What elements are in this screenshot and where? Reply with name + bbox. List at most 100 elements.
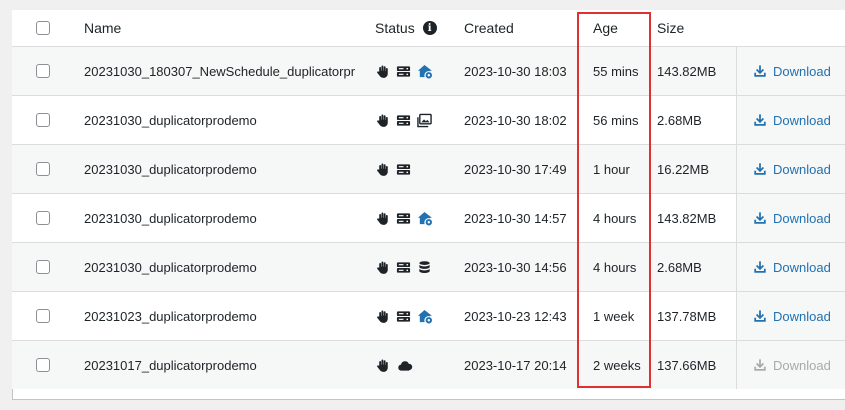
hand-icon	[375, 358, 390, 373]
row-checkbox[interactable]	[36, 162, 50, 176]
package-created: 2023-10-23 12:43	[464, 308, 567, 324]
package-age: 4 hours	[593, 259, 637, 275]
database-icon	[417, 260, 432, 275]
package-size: 2.68MB	[657, 112, 702, 128]
row-checkbox-cell[interactable]	[36, 96, 50, 144]
hand-icon	[375, 309, 390, 324]
table-row: 20231030_180307_NewSchedule_duplicatorpr…	[12, 46, 845, 95]
server-icon	[396, 64, 411, 79]
select-all-checkbox[interactable]	[36, 21, 50, 35]
server-icon	[396, 309, 411, 324]
download-cell[interactable]: Download	[736, 194, 845, 242]
server-icon	[396, 162, 411, 177]
download-cell: Download	[736, 341, 845, 389]
download-cell[interactable]: Download	[736, 96, 845, 144]
column-header-size[interactable]: Size	[657, 10, 684, 46]
download-link: Download	[773, 357, 831, 373]
row-checkbox[interactable]	[36, 113, 50, 127]
package-status-icons	[375, 292, 432, 340]
table-row: 20231030_duplicatorprodemo 2023-10-30 18:…	[12, 95, 845, 144]
row-checkbox-cell[interactable]	[36, 243, 50, 291]
info-icon[interactable]: i	[422, 21, 437, 35]
download-icon	[753, 358, 767, 372]
hand-icon	[375, 113, 390, 128]
package-name: 20231023_duplicatorprodemo	[84, 308, 257, 324]
download-link[interactable]: Download	[773, 260, 831, 275]
package-age: 2 weeks	[593, 357, 641, 373]
package-age: 1 hour	[593, 161, 630, 177]
download-icon[interactable]	[753, 211, 767, 225]
row-checkbox-cell[interactable]	[36, 292, 50, 340]
package-created: 2023-10-17 20:14	[464, 357, 567, 373]
package-size: 16.22MB	[657, 161, 710, 177]
package-age: 4 hours	[593, 210, 637, 226]
house-gear-icon	[417, 211, 432, 226]
package-created: 2023-10-30 18:03	[464, 63, 567, 79]
row-checkbox-cell[interactable]	[36, 194, 50, 242]
download-cell[interactable]: Download	[736, 243, 845, 291]
download-icon[interactable]	[753, 64, 767, 78]
row-checkbox[interactable]	[36, 64, 50, 78]
column-header-status: Status i	[375, 10, 437, 46]
package-size: 143.82MB	[657, 63, 717, 79]
download-link[interactable]: Download	[773, 64, 831, 79]
package-name: 20231030_duplicatorprodemo	[84, 259, 257, 275]
row-checkbox-cell[interactable]	[36, 47, 50, 95]
download-icon[interactable]	[753, 162, 767, 176]
package-name: 20231030_duplicatorprodemo	[84, 161, 257, 177]
cloud-icon	[396, 358, 414, 373]
column-header-name[interactable]: Name	[84, 10, 356, 46]
package-size: 2.68MB	[657, 259, 702, 275]
hand-icon	[375, 162, 390, 177]
row-checkbox[interactable]	[36, 309, 50, 323]
download-cell[interactable]: Download	[736, 292, 845, 340]
package-size: 137.78MB	[657, 308, 717, 324]
package-name: 20231017_duplicatorprodemo	[84, 357, 257, 373]
hand-icon	[375, 260, 390, 275]
package-name: 20231030_180307_NewSchedule_duplicatorpr	[84, 63, 356, 79]
package-status-icons	[375, 47, 432, 95]
download-link[interactable]: Download	[773, 309, 831, 324]
download-link[interactable]: Download	[773, 211, 831, 226]
download-cell[interactable]: Download	[736, 47, 845, 95]
table-header: Name Status i Created Age Size	[12, 10, 845, 46]
package-created: 2023-10-30 18:02	[464, 112, 567, 128]
hand-icon	[375, 64, 390, 79]
package-name: 20231030_duplicatorprodemo	[84, 112, 257, 128]
server-icon	[396, 211, 411, 226]
package-size: 137.66MB	[657, 357, 717, 373]
table-row: 20231030_duplicatorprodemo 2023-10-30 14:…	[12, 193, 845, 242]
package-status-icons	[375, 243, 432, 291]
package-status-icons	[375, 194, 432, 242]
house-gear-icon	[417, 309, 432, 324]
select-all-checkbox-cell[interactable]	[36, 10, 50, 46]
row-checkbox[interactable]	[36, 260, 50, 274]
table-row: 20231017_duplicatorprodemo 2023-10-17 20:…	[12, 340, 845, 389]
images-icon	[417, 113, 432, 128]
table-row: 20231023_duplicatorprodemo 2023-10-23 12:…	[12, 291, 845, 340]
row-checkbox-cell[interactable]	[36, 341, 50, 389]
download-cell[interactable]: Download	[736, 145, 845, 193]
package-age: 56 mins	[593, 112, 639, 128]
download-icon[interactable]	[753, 260, 767, 274]
row-checkbox[interactable]	[36, 358, 50, 372]
download-icon[interactable]	[753, 309, 767, 323]
package-status-icons	[375, 96, 432, 144]
package-age: 1 week	[593, 308, 635, 324]
package-status-icons	[375, 145, 411, 193]
server-icon	[396, 113, 411, 128]
server-icon	[396, 260, 411, 275]
download-link[interactable]: Download	[773, 162, 831, 177]
package-age: 55 mins	[593, 63, 639, 79]
hand-icon	[375, 211, 390, 226]
column-header-created[interactable]: Created	[464, 10, 514, 46]
column-header-download	[736, 10, 845, 46]
row-checkbox[interactable]	[36, 211, 50, 225]
package-created: 2023-10-30 14:57	[464, 210, 567, 226]
column-header-age[interactable]: Age	[591, 10, 618, 46]
download-link[interactable]: Download	[773, 113, 831, 128]
download-icon[interactable]	[753, 113, 767, 127]
table-row: 20231030_duplicatorprodemo 2023-10-30 14:…	[12, 242, 845, 291]
row-checkbox-cell[interactable]	[36, 145, 50, 193]
package-status-icons	[375, 341, 414, 389]
